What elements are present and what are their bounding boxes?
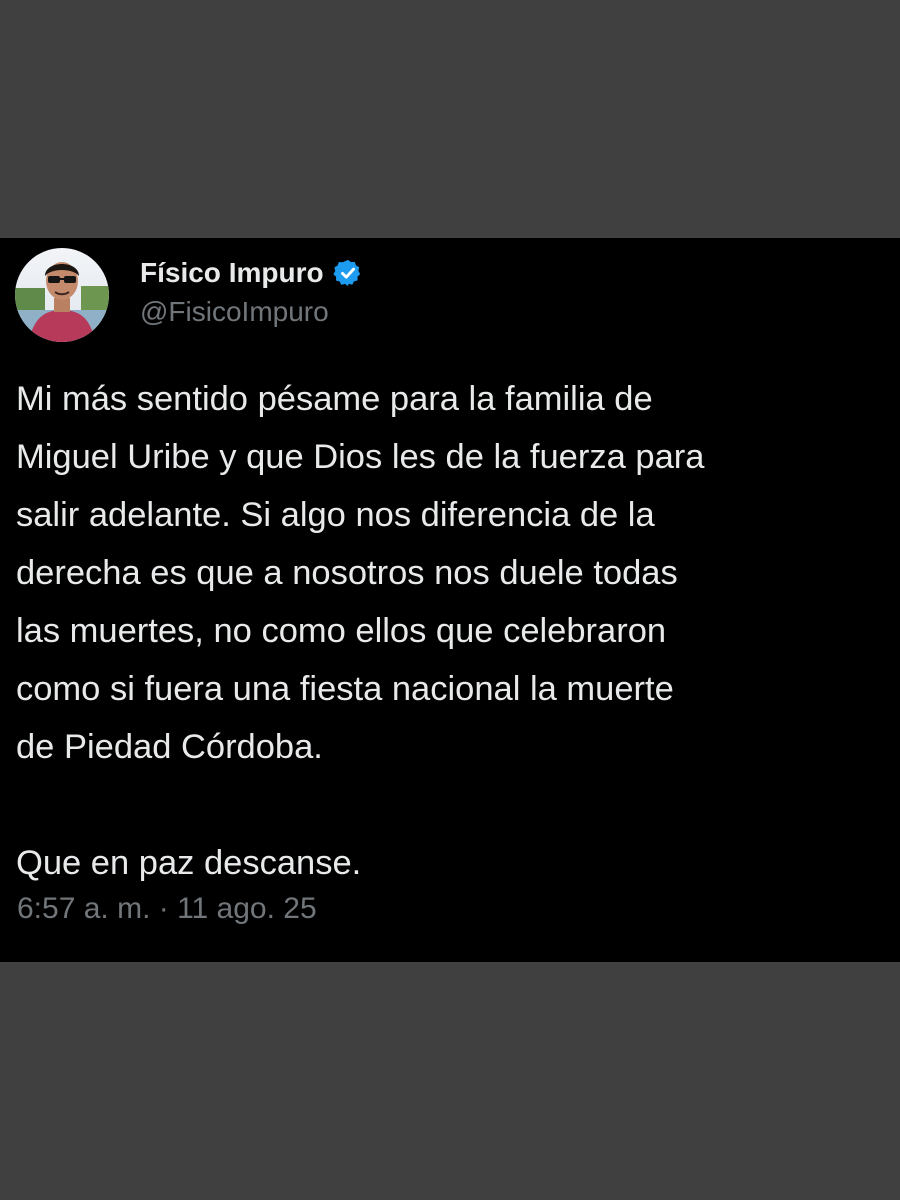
author-handle[interactable]: @FisicoImpuro — [140, 296, 329, 328]
tweet-timestamp[interactable]: 6:57 a. m. · 11 ago. 25 — [17, 892, 317, 926]
avatar-photo — [15, 248, 109, 342]
verified-badge-icon — [332, 258, 363, 288]
author-avatar[interactable] — [15, 248, 109, 342]
author-name-row[interactable]: Físico Impuro — [140, 254, 363, 292]
author-display-name[interactable]: Físico Impuro — [140, 257, 324, 289]
tweet-text: Mi más sentido pésame para la familia de… — [16, 380, 705, 882]
